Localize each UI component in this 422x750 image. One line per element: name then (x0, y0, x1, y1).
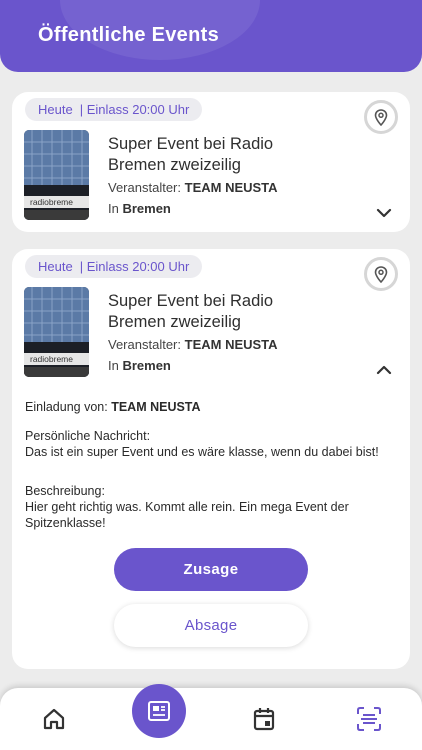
organizer-name: TEAM NEUSTA (184, 337, 278, 352)
personal-message: Das ist ein super Event und es wäre klas… (25, 445, 379, 459)
event-organizer: Veranstalter: TEAM NEUSTA (108, 337, 278, 352)
home-icon (43, 708, 65, 730)
organizer-name: TEAM NEUSTA (184, 180, 278, 195)
organizer-label: Veranstalter: (108, 337, 181, 352)
organizer-label: Veranstalter: (108, 180, 181, 195)
personal-message-label: Persönliche Nachricht: (25, 429, 151, 443)
event-location: In Bremen (108, 358, 171, 373)
description-label: Beschreibung: (25, 484, 105, 498)
nav-events-active[interactable] (132, 684, 186, 738)
event-date-label: Heute (38, 259, 73, 274)
app-header: Öffentliche Events (0, 0, 422, 72)
invited-by: Einladung von: TEAM NEUSTA (25, 399, 201, 415)
event-title: Super Event bei Radio Bremen zweizeilig (108, 135, 274, 174)
chevron-down-icon[interactable] (376, 208, 392, 218)
event-organizer: Veranstalter: TEAM NEUSTA (108, 180, 278, 195)
event-entry-label: | Einlass 20:00 Uhr (79, 259, 190, 274)
event-title: Super Event bei Radio Bremen zweizeilig (108, 292, 274, 331)
decline-button[interactable]: Absage (114, 604, 308, 647)
event-location: In Bremen (108, 201, 171, 216)
nav-scan[interactable] (356, 706, 382, 732)
event-time-badge: Heute | Einlass 20:00 Uhr (25, 98, 203, 121)
event-image: radiobreme (24, 130, 89, 220)
description-line-2: Spitzenklasse! (25, 516, 106, 530)
chevron-up-icon[interactable] (376, 365, 392, 375)
location-pin-button[interactable] (364, 100, 398, 134)
location-pin-icon (374, 108, 388, 126)
location-name: Bremen (122, 201, 171, 216)
event-entry-label: | Einlass 20:00 Uhr (79, 102, 190, 117)
scan-icon (357, 707, 381, 731)
event-date-label: Heute (38, 102, 73, 117)
location-prefix: In (108, 358, 119, 373)
event-time-badge: Heute | Einlass 20:00 Uhr (25, 255, 203, 278)
event-card-expanded[interactable]: Heute | Einlass 20:00 Uhr radiobreme Supe… (12, 249, 410, 669)
page-title: Öffentliche Events (38, 24, 219, 46)
location-pin-icon (374, 265, 388, 283)
nav-home[interactable] (41, 706, 67, 732)
event-image: radiobreme (24, 287, 89, 377)
event-card[interactable]: Heute | Einlass 20:00 Uhr radiobreme Supe… (12, 92, 410, 232)
location-name: Bremen (122, 358, 171, 373)
accept-button[interactable]: Zusage (114, 548, 308, 591)
bottom-navigation (0, 688, 422, 750)
calendar-icon (253, 708, 275, 731)
invited-by-name: TEAM NEUSTA (111, 400, 201, 414)
nav-calendar[interactable] (251, 706, 277, 732)
invited-by-label: Einladung von: (25, 400, 108, 414)
image-sign-text: radiobreme (30, 354, 73, 364)
location-pin-button[interactable] (364, 257, 398, 291)
description-line-1: Hier geht richtig was. Kommt alle rein. … (25, 500, 349, 514)
location-prefix: In (108, 201, 119, 216)
events-icon (148, 701, 170, 721)
image-sign-text: radiobreme (30, 197, 73, 207)
